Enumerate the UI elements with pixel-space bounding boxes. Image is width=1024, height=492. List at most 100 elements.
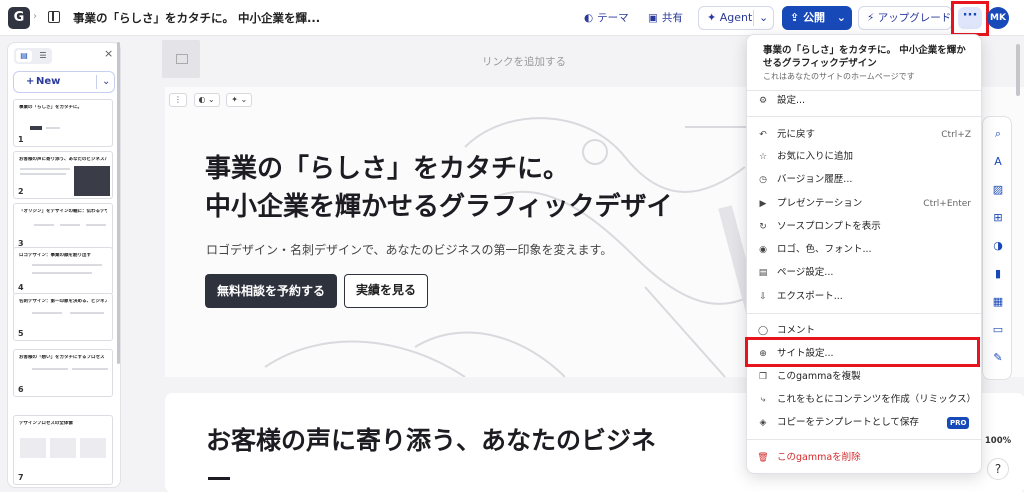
- clock-icon: ◷: [759, 175, 767, 185]
- divider: [747, 439, 981, 440]
- menu-item-settings[interactable]: ⚙ 設定...: [747, 90, 981, 112]
- chevron-down-icon[interactable]: ⌄: [837, 6, 846, 30]
- menu-item-duplicate[interactable]: ❐ このgammaを複製: [747, 366, 981, 388]
- menu-item-label: バージョン履歴...: [777, 174, 853, 185]
- copy-icon: ❐: [758, 372, 768, 382]
- slide-title: 事業の「らしさ」をカタチに。: [19, 105, 82, 110]
- menu-item-page-settings[interactable]: ▤ ページ設定...: [747, 262, 981, 284]
- menu-item-remix[interactable]: ⤷ これをもとにコンテンツを作成（リミックス）: [747, 389, 981, 411]
- menu-item-site-settings[interactable]: ⊕ サイト設定...: [747, 343, 981, 365]
- menu-item-label: プレゼンテーション: [777, 198, 863, 209]
- menu-page-title: 事業の「らしさ」をカタチに。 中小企業を輝かせるグラフィックデザイン: [763, 45, 966, 69]
- add-link-placeholder[interactable]: リンクを追加する: [482, 54, 566, 69]
- menu-item-label: 設定...: [777, 95, 806, 106]
- chevron-down-icon[interactable]: ⌄: [759, 7, 768, 29]
- menu-item-label: このgammaを複製: [777, 371, 861, 382]
- menu-item-favorite[interactable]: ☆ お気に入りに追加: [747, 146, 981, 168]
- chevron-down-icon[interactable]: ⌄: [102, 72, 110, 92]
- slide-title: 「オリジン」をデザインの軸に：伝わるデザインの秘密: [19, 209, 107, 214]
- divider: [747, 116, 981, 117]
- agent-button[interactable]: ✦ Agent ⌄: [698, 6, 774, 30]
- menu-item-source-prompt[interactable]: ↻ ソースプロンプトを表示: [747, 216, 981, 238]
- menu-item-brand[interactable]: ◉ ロゴ、色、フォント...: [747, 239, 981, 261]
- slide-thumbnail[interactable]: お客様の声に寄り添う、あなたのビジネスパートナー 2: [13, 151, 113, 199]
- menu-item-label: ページ設定...: [777, 267, 834, 278]
- plus-icon: +: [26, 76, 35, 87]
- slide-number: 7: [18, 473, 24, 482]
- layout-icon[interactable]: ⊞: [991, 211, 1005, 225]
- close-icon[interactable]: ×: [104, 47, 113, 60]
- avatar[interactable]: MK: [987, 7, 1009, 29]
- style-menu-button[interactable]: ◐ ⌄: [193, 93, 220, 107]
- publish-button[interactable]: ⇪ 公開 ⌄: [782, 6, 852, 30]
- divider: [747, 313, 981, 314]
- menu-item-delete[interactable]: 🗑 このgammaを削除: [747, 447, 981, 469]
- divider: [753, 10, 754, 26]
- search-icon[interactable]: ⌕: [991, 127, 1005, 141]
- book-consultation-button[interactable]: 無料相談を予約する: [205, 274, 337, 308]
- chart-icon[interactable]: ▮: [991, 267, 1005, 281]
- menu-item-version-history[interactable]: ◷ バージョン履歴...: [747, 169, 981, 191]
- edit-icon[interactable]: ✎: [991, 351, 1005, 365]
- menu-item-export[interactable]: ⇩ エクスポート...: [747, 286, 981, 308]
- table-icon[interactable]: ▦: [991, 295, 1005, 309]
- more-options-menu: 事業の「らしさ」をカタチに。 中小企業を輝かせるグラフィックデザイン これはあな…: [746, 34, 982, 474]
- slide-thumbnail[interactable]: 名刺デザイン：第一印象を決める、ビジネスの顔 5: [13, 293, 113, 341]
- gamma-logo[interactable]: G: [8, 7, 30, 29]
- view-works-button[interactable]: 実績を見る: [344, 274, 428, 308]
- share-button[interactable]: ▣ 共有: [648, 8, 683, 28]
- hero-subtitle[interactable]: ロゴデザイン・名刺デザインで、あなたのビジネスの第一印象を変えます。: [206, 241, 612, 258]
- section-title[interactable]: お客様の声に寄り添う、あなたのビジネ: [206, 421, 656, 457]
- slide-thumbnail[interactable]: ロゴデザイン：事業の顔を創り出す 4: [13, 247, 113, 295]
- zoom-level[interactable]: 100%: [982, 436, 1014, 446]
- image-icon[interactable]: ▨: [991, 183, 1005, 197]
- ai-edit-button[interactable]: ✦ ⌄: [226, 93, 253, 107]
- undo-icon: ↶: [759, 130, 767, 140]
- palette-icon: ◐: [584, 12, 594, 24]
- menu-item-present[interactable]: ▶ プレゼンテーション Ctrl+Enter: [747, 193, 981, 215]
- embed-icon[interactable]: ▭: [991, 323, 1005, 337]
- upgrade-label: アップグレード: [877, 12, 952, 24]
- slide-thumbnail[interactable]: 事業の「らしさ」をカタチに。 1: [13, 99, 113, 147]
- slide-thumbnail[interactable]: 「オリジン」をデザインの軸に：伝わるデザインの秘密 3: [13, 203, 113, 251]
- share-label: 共有: [661, 12, 683, 24]
- slides-scrollbar[interactable]: [117, 42, 120, 364]
- magic-wand-icon: ⚡: [867, 12, 875, 24]
- slide-number: 6: [18, 385, 24, 394]
- palette-icon: ◉: [759, 245, 767, 255]
- shortcut-hint: Ctrl+Z: [941, 130, 971, 140]
- slide-title: ロゴデザイン：事業の顔を創り出す: [19, 253, 91, 258]
- menu-item-save-template[interactable]: ◈ コピーをテンプレートとして保存 PRO: [747, 412, 981, 434]
- new-card-button[interactable]: + New ⌄: [13, 71, 115, 93]
- document-title[interactable]: 事業の「らしさ」をカタチに。 中小企業を輝...: [73, 10, 320, 26]
- upgrade-button[interactable]: ⚡ アップグレード: [858, 6, 952, 30]
- theme-button[interactable]: ◐ テーマ: [584, 8, 629, 28]
- slide-thumbnail[interactable]: お客様の「想い」をカタチにするプロセス 6: [13, 349, 113, 397]
- text-icon[interactable]: A: [991, 155, 1005, 169]
- agent-label: Agent: [719, 11, 753, 24]
- image-placeholder-icon[interactable]: [162, 40, 200, 78]
- menu-item-undo[interactable]: ↶ 元に戻す Ctrl+Z: [747, 124, 981, 146]
- gear-icon: ⚙: [758, 96, 768, 106]
- toggle-icon[interactable]: ◑: [991, 239, 1005, 253]
- card-view-icon[interactable]: ▤: [16, 50, 32, 62]
- view-toggle[interactable]: ▤ ☰: [14, 48, 52, 64]
- top-bar: G › 事業の「らしさ」をカタチに。 中小企業を輝... ◐ テーマ ▣ 共有 ✦ …: [0, 0, 1024, 36]
- page-scrollbar[interactable]: [1016, 44, 1020, 96]
- help-button[interactable]: ?: [987, 458, 1009, 480]
- upload-icon: ⇪: [790, 11, 800, 24]
- drag-handle-icon[interactable]: ⋮: [169, 93, 187, 107]
- globe-icon: ⊕: [759, 349, 767, 359]
- slide-title: デザインプロセスの全体像: [19, 421, 73, 426]
- publish-label: 公開: [803, 11, 826, 24]
- slide-title: お客様の声に寄り添う、あなたのビジネスパートナー: [19, 157, 107, 162]
- hero-title[interactable]: 事業の「らしさ」をカタチに。 中小企業を輝かせるグラフィックデザイ: [205, 150, 672, 226]
- more-options-button[interactable]: ···: [958, 7, 982, 29]
- menu-item-comment[interactable]: ◯ コメント: [747, 320, 981, 342]
- slide-thumbnail[interactable]: デザインプロセスの全体像 7: [13, 415, 113, 485]
- comment-icon: ◯: [757, 326, 769, 336]
- list-view-icon[interactable]: ☰: [36, 50, 50, 62]
- slide-title: お客様の「想い」をカタチにするプロセス: [19, 355, 105, 360]
- sidebar-toggle-icon[interactable]: [48, 11, 60, 23]
- star-icon: ☆: [758, 152, 768, 162]
